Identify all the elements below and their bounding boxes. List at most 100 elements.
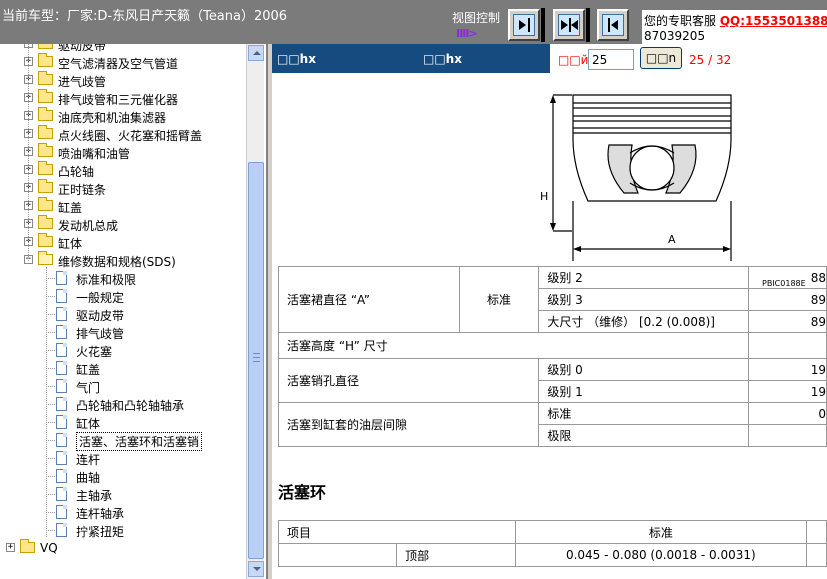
tree-item-label: 气门 bbox=[76, 381, 101, 395]
tree-leaf-item[interactable]: 火花塞 bbox=[0, 341, 246, 359]
toolbar-separator bbox=[541, 8, 545, 42]
chevron-up-icon bbox=[253, 51, 261, 55]
tree-connector bbox=[46, 386, 55, 387]
tree-leaf-item[interactable]: 拧紧扭矩 bbox=[0, 521, 246, 539]
tree-scrollbar[interactable] bbox=[246, 44, 264, 579]
grade-3-label: 级别 3 bbox=[538, 288, 749, 311]
piston-ring-heading: 活塞环 bbox=[278, 483, 327, 502]
support-phone: 87039205 bbox=[644, 29, 706, 43]
tree-leaf-item[interactable]: 标准和极限 bbox=[0, 269, 246, 287]
tree-connector bbox=[46, 314, 55, 315]
tree-folder-item[interactable]: + 发动机总成 bbox=[0, 215, 246, 233]
tree-leaf-item[interactable]: 缸体 bbox=[0, 413, 246, 431]
document-icon bbox=[56, 379, 67, 393]
folder-icon bbox=[38, 107, 53, 121]
view-expand-right-button[interactable] bbox=[508, 9, 540, 41]
expand-icon[interactable]: + bbox=[6, 543, 15, 552]
document-icon bbox=[56, 415, 67, 429]
piston-height-label: 活塞高度 “H” 尺寸 bbox=[278, 332, 749, 359]
tree-connector bbox=[46, 440, 55, 441]
tree-leaf-item[interactable]: 连杆轴承 bbox=[0, 503, 246, 521]
tree-leaf-item[interactable]: 曲轴 bbox=[0, 467, 246, 485]
tree-connector bbox=[28, 44, 29, 261]
document-icon bbox=[56, 451, 67, 465]
ring-top-value: 0.045 - 0.080 (0.0018 - 0.0031) bbox=[514, 543, 808, 567]
clearance-standard-value: 0 bbox=[747, 402, 827, 425]
tree-item-label: 点火线圈、火花塞和摇臂盖 bbox=[58, 129, 203, 143]
tree-folder-item[interactable]: + 点火线圈、火花塞和摇臂盖 bbox=[0, 125, 246, 143]
tree-folder-item[interactable]: − 维修数据和规格(SDS) bbox=[0, 251, 246, 269]
tree-item-label: 拧紧扭矩 bbox=[76, 525, 125, 539]
tree-item-label: 连杆 bbox=[76, 453, 101, 467]
tree-item-label: VQ bbox=[40, 541, 58, 555]
tree-item-label: 曲轴 bbox=[76, 471, 101, 485]
header-link-1[interactable]: □□hx bbox=[277, 52, 316, 66]
current-car-title: 当前车型：厂家:D-东风日产天籁（Teana）2006 bbox=[2, 9, 288, 24]
piston-spec-table: 活塞裙直径 “A” 标准 级别 2 88 级别 3 89 大尺寸 （维修） [0… bbox=[277, 266, 827, 447]
tree-folder-item[interactable]: + 空气滤清器及空气管道 bbox=[0, 53, 246, 71]
table-row: 活塞销孔直径 级别 0 19 bbox=[277, 358, 827, 403]
tree-item-label: 缸盖 bbox=[58, 201, 83, 215]
folder-icon bbox=[38, 197, 53, 211]
tree-folder-item[interactable]: + 正时链条 bbox=[0, 179, 246, 197]
document-icon bbox=[56, 325, 67, 339]
header-link-2[interactable]: □□hx bbox=[423, 52, 462, 66]
folder-icon bbox=[20, 539, 35, 553]
scroll-down-button[interactable] bbox=[248, 561, 264, 577]
folder-icon bbox=[38, 89, 53, 103]
tree-leaf-item[interactable]: 活塞、活塞环和活塞销 bbox=[0, 431, 246, 451]
tree-item-label: 凸轮轴和凸轮轴轴承 bbox=[76, 399, 185, 413]
table-row: 顶部 0.045 - 0.080 (0.0018 - 0.0031) bbox=[277, 543, 827, 567]
grade-0-value: 19 bbox=[747, 358, 827, 381]
tree-connector bbox=[46, 350, 55, 351]
tree-leaf-item[interactable]: 一般规定 bbox=[0, 287, 246, 305]
tree-folder-item[interactable]: + 喷油嘴和油管 bbox=[0, 143, 246, 161]
tree-folder-item[interactable]: + VQ bbox=[0, 539, 246, 557]
tree-folder-item[interactable]: + 缸体 bbox=[0, 233, 246, 251]
tree-item-label: 一般规定 bbox=[76, 291, 125, 305]
tree-item-label: 火花塞 bbox=[76, 345, 113, 359]
folder-icon bbox=[38, 143, 53, 157]
page-number-input[interactable] bbox=[588, 49, 634, 70]
tree-item-label: 缸体 bbox=[76, 417, 101, 431]
toolbar-separator bbox=[586, 8, 590, 42]
tree-folder-item[interactable]: + 缸盖 bbox=[0, 197, 246, 215]
go-to-page-button[interactable]: □□n bbox=[640, 47, 682, 69]
tree-leaf-item[interactable]: 凸轮轴和凸轮轴轴承 bbox=[0, 395, 246, 413]
support-box: 您的专职客服 QQ:1553501388 87039205 bbox=[642, 10, 827, 44]
tree-connector bbox=[46, 494, 55, 495]
tree-folder-item[interactable]: + 进气歧管 bbox=[0, 71, 246, 89]
document-icon bbox=[56, 433, 67, 447]
tree-item-label: 喷油嘴和油管 bbox=[58, 147, 131, 161]
tree-leaf-item[interactable]: 主轴承 bbox=[0, 485, 246, 503]
tree-item-label: 标准和极限 bbox=[76, 273, 137, 287]
scroll-up-button[interactable] bbox=[248, 45, 264, 61]
folder-icon bbox=[38, 71, 53, 85]
oversize-value: 89 bbox=[747, 310, 827, 333]
grade-3-value: 89 bbox=[747, 288, 827, 311]
tree-folder-item[interactable]: +驱动皮带 bbox=[0, 44, 246, 53]
tree-item-label: 发动机总成 bbox=[58, 219, 119, 233]
tree-leaf-item[interactable]: 驱动皮带 bbox=[0, 305, 246, 323]
document-icon bbox=[56, 289, 67, 303]
tree-item-label: 空气滤清器及空气管道 bbox=[58, 57, 179, 71]
tree-folder-item[interactable]: + 排气歧管和三元催化器 bbox=[0, 89, 246, 107]
piston-ring-table: 项目 标准 顶部 0.045 - 0.080 (0.0018 - 0.0031) bbox=[277, 520, 827, 567]
dimension-h-label: H bbox=[540, 190, 548, 203]
scroll-thumb[interactable] bbox=[248, 162, 264, 559]
view-split-button[interactable] bbox=[553, 9, 585, 41]
view-expand-left-button[interactable] bbox=[597, 9, 629, 41]
pin-bore-label: 活塞销孔直径 bbox=[277, 358, 540, 403]
tree-folder-item[interactable]: + 油底壳和机油集滤器 bbox=[0, 107, 246, 125]
tree-connector bbox=[46, 422, 55, 423]
support-qq-link[interactable]: QQ:1553501388 bbox=[720, 14, 827, 28]
tree-folder-item[interactable]: + 凸轮轴 bbox=[0, 161, 246, 179]
tree-leaf-item[interactable]: 连杆 bbox=[0, 449, 246, 467]
tree-leaf-item[interactable]: 气门 bbox=[0, 377, 246, 395]
tree-leaf-item[interactable]: 缸盖 bbox=[0, 359, 246, 377]
tree-item-label: 排气歧管 bbox=[76, 327, 125, 341]
table-row: 活塞到缸套的油层间隙 标准 0 bbox=[277, 402, 827, 447]
table-row: 活塞裙直径 “A” 标准 级别 2 88 bbox=[278, 266, 827, 333]
tree-connector bbox=[46, 368, 55, 369]
tree-leaf-item[interactable]: 排气歧管 bbox=[0, 323, 246, 341]
